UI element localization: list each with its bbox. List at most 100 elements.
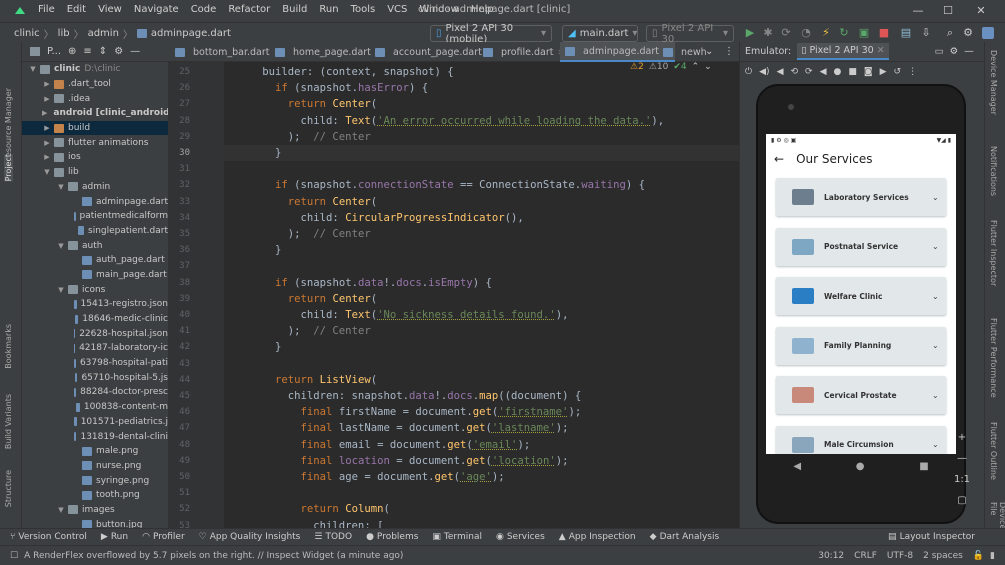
- chevron-down-icon[interactable]: ⌄: [932, 242, 946, 251]
- home-icon[interactable]: ●: [834, 67, 842, 77]
- code-line[interactable]: children: snapshot.data!.docs.map((docum…: [224, 388, 581, 404]
- service-card[interactable]: Postnatal Service ⌄: [776, 227, 946, 266]
- zoom-ratio-button[interactable]: 1:1: [954, 474, 970, 485]
- project-panel-title[interactable]: P...: [47, 46, 61, 57]
- close-button[interactable]: ✕: [966, 2, 996, 20]
- camera-icon[interactable]: ◙: [864, 67, 873, 77]
- code-line[interactable]: if (snapshot.connectionState == Connecti…: [224, 177, 645, 193]
- code-line[interactable]: if (snapshot.hasError) {: [224, 80, 428, 96]
- tree-item[interactable]: male.png: [22, 444, 168, 459]
- version-control-tab[interactable]: ⑂ Version Control: [10, 532, 87, 542]
- tree-item[interactable]: ▶ build: [22, 120, 168, 136]
- layout-inspector-tab[interactable]: ▤ Layout Inspector: [888, 532, 975, 542]
- caret-position[interactable]: 30:12: [818, 551, 844, 561]
- service-card[interactable]: Welfare Clinic ⌄: [776, 277, 946, 315]
- warning-count[interactable]: ⚠2: [630, 62, 644, 72]
- code-line[interactable]: child: Text('An error occurred while loa…: [224, 113, 665, 129]
- structure-tab[interactable]: Structure: [4, 470, 13, 507]
- code-line[interactable]: return ListView(: [224, 372, 377, 388]
- tree-item[interactable]: ▼ images: [22, 503, 168, 518]
- menu-item-vcs[interactable]: VCS: [387, 4, 407, 15]
- file-encoding[interactable]: UTF-8: [887, 551, 913, 561]
- chevron-down-icon[interactable]: ▼: [56, 506, 66, 514]
- snapshot-icon[interactable]: ↺: [894, 67, 902, 77]
- breadcrumb-item[interactable]: clinic: [14, 28, 40, 39]
- notifications-tab[interactable]: Notifications: [989, 146, 998, 196]
- sdk-icon[interactable]: ⇩: [920, 27, 932, 39]
- build-variants-tab[interactable]: Build Variants: [4, 394, 13, 449]
- hide-icon[interactable]: —: [130, 46, 140, 57]
- chevron-down-icon[interactable]: ⌄: [932, 341, 946, 350]
- flutter-outline-tab[interactable]: Flutter Outline: [989, 422, 998, 480]
- problems-tab[interactable]: ● Problems: [366, 532, 418, 542]
- lock-icon[interactable]: 🔓: [973, 551, 984, 561]
- app-inspection-tab[interactable]: ▲ App Inspection: [559, 532, 636, 542]
- breadcrumb-item[interactable]: admin: [88, 28, 119, 39]
- locate-icon[interactable]: ⊕: [68, 46, 76, 57]
- tree-item[interactable]: singlepatient.dart: [22, 224, 168, 239]
- tab-newh[interactable]: newh: [658, 42, 712, 62]
- code-line[interactable]: return Center(: [224, 96, 377, 112]
- layout-icon[interactable]: ▭: [935, 46, 944, 57]
- inspection-widget[interactable]: ⚠2 ⚠10 ✔4 ⌃ ⌄: [630, 62, 712, 72]
- chevron-down-icon[interactable]: ▼: [42, 168, 52, 176]
- flutter-inspector-tab[interactable]: Flutter Inspector: [989, 220, 998, 286]
- overview-icon[interactable]: ■: [848, 67, 857, 77]
- run-icon[interactable]: ▶: [744, 27, 756, 39]
- maximize-button[interactable]: ☐: [933, 2, 963, 20]
- minimize-button[interactable]: —: [903, 2, 933, 20]
- volume-up-icon[interactable]: ◀): [759, 67, 769, 77]
- code-line[interactable]: ); // Center: [224, 226, 371, 242]
- android-back-icon[interactable]: ◀: [793, 461, 801, 472]
- gear-icon[interactable]: ⚙: [962, 27, 974, 39]
- tree-item[interactable]: ▼ lib: [22, 165, 168, 180]
- power-icon[interactable]: ⏻: [745, 67, 752, 77]
- code-editor[interactable]: builder: (context, snapshot) { if (snaps…: [224, 62, 739, 528]
- chevron-right-icon[interactable]: ▶: [42, 139, 52, 147]
- code-line[interactable]: children: [: [224, 518, 383, 528]
- chevron-down-icon[interactable]: ⌄: [932, 193, 946, 202]
- tree-item[interactable]: patientmedicalform: [22, 209, 168, 224]
- tree-item[interactable]: ▼ icons: [22, 282, 168, 297]
- code-line[interactable]: child: Text('No sickness details found.'…: [224, 307, 569, 323]
- code-line[interactable]: }: [224, 145, 739, 161]
- code-line[interactable]: builder: (context, snapshot) {: [224, 64, 453, 80]
- todo-tab[interactable]: ☰ TODO: [314, 532, 352, 542]
- hide-icon[interactable]: —: [964, 46, 974, 57]
- search-icon[interactable]: ⌕: [944, 27, 956, 39]
- terminal-tab[interactable]: ▣ Terminal: [432, 532, 482, 542]
- code-line[interactable]: final lastName = document.get('lastname'…: [224, 420, 569, 436]
- service-card[interactable]: Cervical Prostate ⌄: [776, 376, 946, 414]
- code-line[interactable]: return Center(: [224, 194, 377, 210]
- rotate-left-icon[interactable]: ⟲: [790, 67, 798, 77]
- resource-manager-tab[interactable]: Resource Manager: [4, 88, 13, 162]
- device-manager-tab[interactable]: Device Manager: [989, 50, 998, 115]
- dart-analysis-tab[interactable]: ◆ Dart Analysis: [650, 532, 720, 542]
- chevron-down-icon[interactable]: ⌄: [704, 62, 712, 72]
- rotate-right-icon[interactable]: ⟳: [805, 67, 813, 77]
- tree-item[interactable]: ▼ admin: [22, 180, 168, 195]
- chevron-right-icon[interactable]: ▶: [42, 153, 52, 161]
- service-card[interactable]: Family Planning ⌄: [776, 326, 946, 365]
- service-card[interactable]: Laboratory Services ⌄: [776, 178, 946, 216]
- code-line[interactable]: return Center(: [224, 291, 377, 307]
- chevron-right-icon[interactable]: ▶: [42, 95, 52, 103]
- tree-item[interactable]: ▶ .idea: [22, 91, 168, 106]
- code-line[interactable]: child: CircularProgressIndicator(),: [224, 210, 524, 226]
- hot-restart-icon[interactable]: ↻: [838, 27, 850, 39]
- code-line[interactable]: ); // Center: [224, 129, 371, 145]
- zoom-out-icon[interactable]: —: [957, 453, 967, 464]
- device-selector[interactable]: ▯ Pixel 2 API 30 (mobile) ▾: [430, 23, 552, 45]
- phone-screen[interactable]: ▮ ⚙ ◎ ▣ ▼◢ ▮ ← Our Services Laboratory Se…: [766, 134, 956, 454]
- avatar[interactable]: [982, 27, 994, 39]
- chevron-down-icon[interactable]: ▼: [56, 242, 66, 250]
- project-tab[interactable]: Project: [4, 154, 13, 182]
- breadcrumb-item[interactable]: lib: [58, 28, 70, 39]
- chevron-down-icon[interactable]: ▼: [56, 286, 66, 294]
- tree-item[interactable]: 101571-pediatrics.j: [22, 415, 168, 430]
- code-line[interactable]: final age = document.get('age');: [224, 469, 505, 485]
- tab-profile[interactable]: profile.dart✕: [478, 42, 569, 62]
- tab-bottom-bar[interactable]: bottom_bar.dart✕: [170, 42, 285, 62]
- avd-selector[interactable]: ▯ Pixel 2 API 30 ▾: [646, 23, 734, 45]
- more-icon[interactable]: ⋮: [908, 67, 917, 77]
